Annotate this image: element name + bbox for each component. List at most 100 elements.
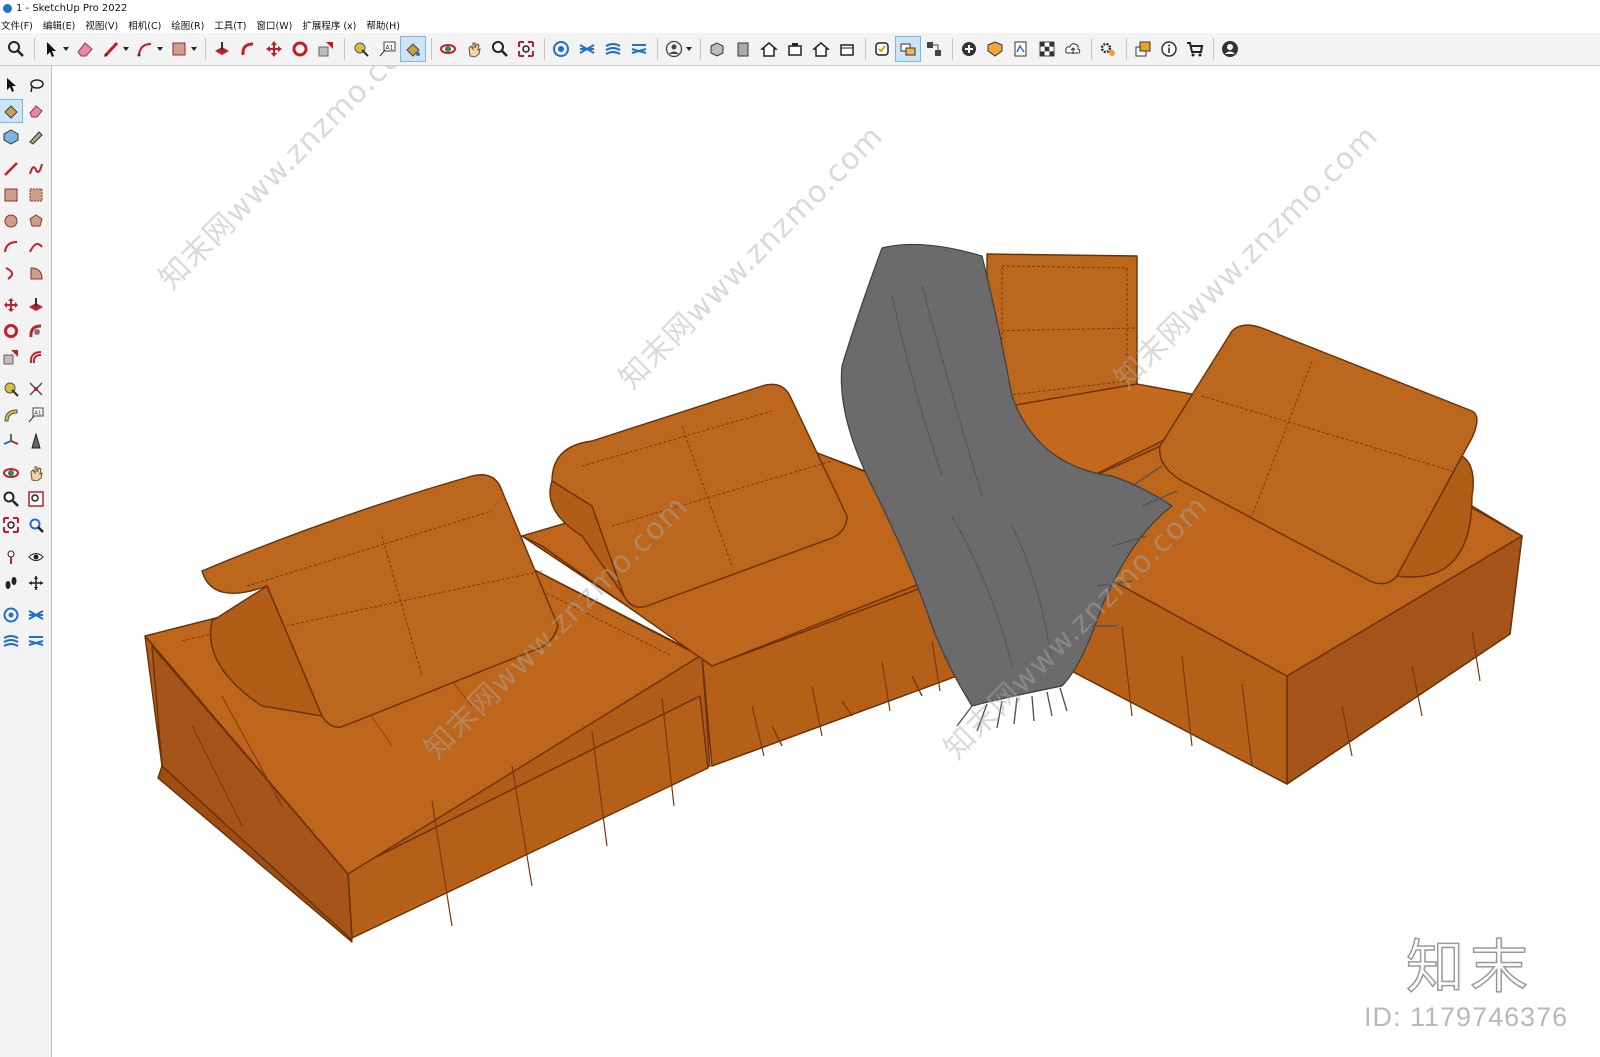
- paint-bucket-icon[interactable]: [400, 36, 426, 62]
- polygon-tool-icon[interactable]: [25, 210, 47, 232]
- dimension-tool-icon[interactable]: [25, 378, 47, 400]
- select-icon[interactable]: [39, 37, 63, 61]
- sandbox-scratch-icon[interactable]: [25, 630, 47, 652]
- push-pull-icon[interactable]: [210, 37, 234, 61]
- select-dropdown-icon[interactable]: [63, 47, 69, 51]
- menu-draw[interactable]: 绘图(R): [171, 18, 204, 32]
- front-view-icon[interactable]: [731, 37, 755, 61]
- right-view-icon[interactable]: [783, 37, 807, 61]
- component-icon[interactable]: [0, 126, 22, 148]
- freehand-icon[interactable]: [25, 158, 47, 180]
- user-dropdown-icon[interactable]: [686, 47, 692, 51]
- zoom-window-icon[interactable]: [25, 488, 47, 510]
- section-plane-icon[interactable]: [870, 37, 894, 61]
- tape-measure-icon[interactable]: [349, 37, 373, 61]
- solid-tools-icon[interactable]: [983, 37, 1007, 61]
- zoom-icon[interactable]: [488, 37, 512, 61]
- orbit-icon[interactable]: [436, 37, 460, 61]
- rectangle-tool-icon[interactable]: [0, 184, 22, 206]
- orbit-tool-icon[interactable]: [0, 462, 22, 484]
- protractor-tool-icon[interactable]: [0, 404, 22, 426]
- account-icon[interactable]: [1218, 37, 1242, 61]
- walk-icon[interactable]: [0, 572, 22, 594]
- move-tool-icon[interactable]: [0, 294, 22, 316]
- sandbox-icon[interactable]: [575, 37, 599, 61]
- paint-bucket-tool-icon[interactable]: [0, 99, 23, 123]
- pie-icon[interactable]: [25, 262, 47, 284]
- extension-warehouse-icon[interactable]: [25, 604, 47, 626]
- push-pull-tool-icon[interactable]: [25, 294, 47, 316]
- axes-tool-icon[interactable]: [0, 430, 22, 452]
- arc-dropdown-icon[interactable]: [157, 47, 163, 51]
- sandbox-drape-icon[interactable]: [627, 37, 651, 61]
- three-point-arc-icon[interactable]: [0, 262, 22, 284]
- search-icon[interactable]: [4, 37, 28, 61]
- tag-icon[interactable]: [25, 126, 47, 148]
- move-icon[interactable]: [262, 37, 286, 61]
- two-point-arc-icon[interactable]: [25, 236, 47, 258]
- zoom-tool-icon[interactable]: [0, 488, 22, 510]
- back-view-icon[interactable]: [809, 37, 833, 61]
- follow-me-icon[interactable]: [236, 37, 260, 61]
- offset-tool-icon[interactable]: [25, 346, 47, 368]
- generate-report-icon[interactable]: [957, 37, 981, 61]
- top-view-icon[interactable]: [757, 37, 781, 61]
- section-plane-tool-icon[interactable]: [25, 572, 47, 594]
- eraser-icon[interactable]: [73, 37, 97, 61]
- section-cut-icon[interactable]: [922, 37, 946, 61]
- select-tool-icon[interactable]: [0, 74, 22, 96]
- menu-window[interactable]: 窗口(W): [257, 18, 293, 32]
- rotate-icon[interactable]: [288, 37, 312, 61]
- position-camera-icon[interactable]: [0, 546, 22, 568]
- settings-icon[interactable]: [1096, 37, 1120, 61]
- pan-icon[interactable]: [462, 37, 486, 61]
- eraser-tool-icon[interactable]: [25, 100, 47, 122]
- menu-edit[interactable]: 编辑(E): [43, 18, 75, 32]
- menu-file[interactable]: 文件(F): [1, 18, 33, 32]
- sandbox-contours-icon[interactable]: [0, 630, 22, 652]
- pan-tool-icon[interactable]: [25, 462, 47, 484]
- layout-icon[interactable]: [1009, 37, 1033, 61]
- tape-measure-tool-icon[interactable]: [0, 378, 22, 400]
- zoom-extents-icon[interactable]: [514, 37, 538, 61]
- warehouse-icon[interactable]: [549, 37, 573, 61]
- cart-icon[interactable]: [1183, 37, 1207, 61]
- arc-icon[interactable]: [133, 37, 157, 61]
- warehouse-tool-icon[interactable]: [0, 604, 22, 626]
- rectangle-dropdown-icon[interactable]: [191, 47, 197, 51]
- arc-tool-icon[interactable]: [0, 236, 22, 258]
- menu-extensions[interactable]: 扩展程序 (x): [302, 18, 356, 32]
- cloud-upload-icon[interactable]: [1061, 37, 1085, 61]
- iso-view-icon[interactable]: [705, 37, 729, 61]
- modeling-viewport[interactable]: 知末网www.znzmo.com 知末网www.znzmo.com 知末网www…: [52, 66, 1600, 1057]
- text-icon[interactable]: A1: [375, 37, 399, 61]
- menu-bar: 文件(F) 编辑(E) 视图(V) 相机(C) 绘图(R) 工具(T) 窗口(W…: [0, 17, 1600, 33]
- style-builder-icon[interactable]: [1035, 37, 1059, 61]
- menu-view[interactable]: 视图(V): [85, 18, 118, 32]
- lasso-icon[interactable]: [25, 74, 47, 96]
- look-around-icon[interactable]: [25, 546, 47, 568]
- rectangle-icon[interactable]: [167, 37, 191, 61]
- follow-me-tool-icon[interactable]: [25, 320, 47, 342]
- menu-help[interactable]: 帮助(H): [366, 18, 400, 32]
- 3d-text-icon[interactable]: [25, 430, 47, 452]
- scale-tool-icon[interactable]: [0, 346, 22, 368]
- layers-icon[interactable]: [1131, 37, 1155, 61]
- sandbox-stamp-icon[interactable]: [601, 37, 625, 61]
- section-display-icon[interactable]: [895, 36, 921, 62]
- circle-tool-icon[interactable]: [0, 210, 22, 232]
- user-icon[interactable]: [662, 37, 686, 61]
- pencil-dropdown-icon[interactable]: [123, 47, 129, 51]
- text-tool-icon[interactable]: A1: [25, 404, 47, 426]
- info-icon[interactable]: [1157, 37, 1181, 61]
- rotated-rectangle-icon[interactable]: [25, 184, 47, 206]
- rotate-tool-icon[interactable]: [0, 320, 22, 342]
- left-view-icon[interactable]: [835, 37, 859, 61]
- line-tool-icon[interactable]: [0, 158, 22, 180]
- zoom-extents-tool-icon[interactable]: [0, 514, 22, 536]
- menu-camera[interactable]: 相机(C): [128, 18, 161, 32]
- pencil-icon[interactable]: [99, 37, 123, 61]
- previous-view-icon[interactable]: [25, 514, 47, 536]
- menu-tools[interactable]: 工具(T): [214, 18, 246, 32]
- scale-icon[interactable]: [314, 37, 338, 61]
